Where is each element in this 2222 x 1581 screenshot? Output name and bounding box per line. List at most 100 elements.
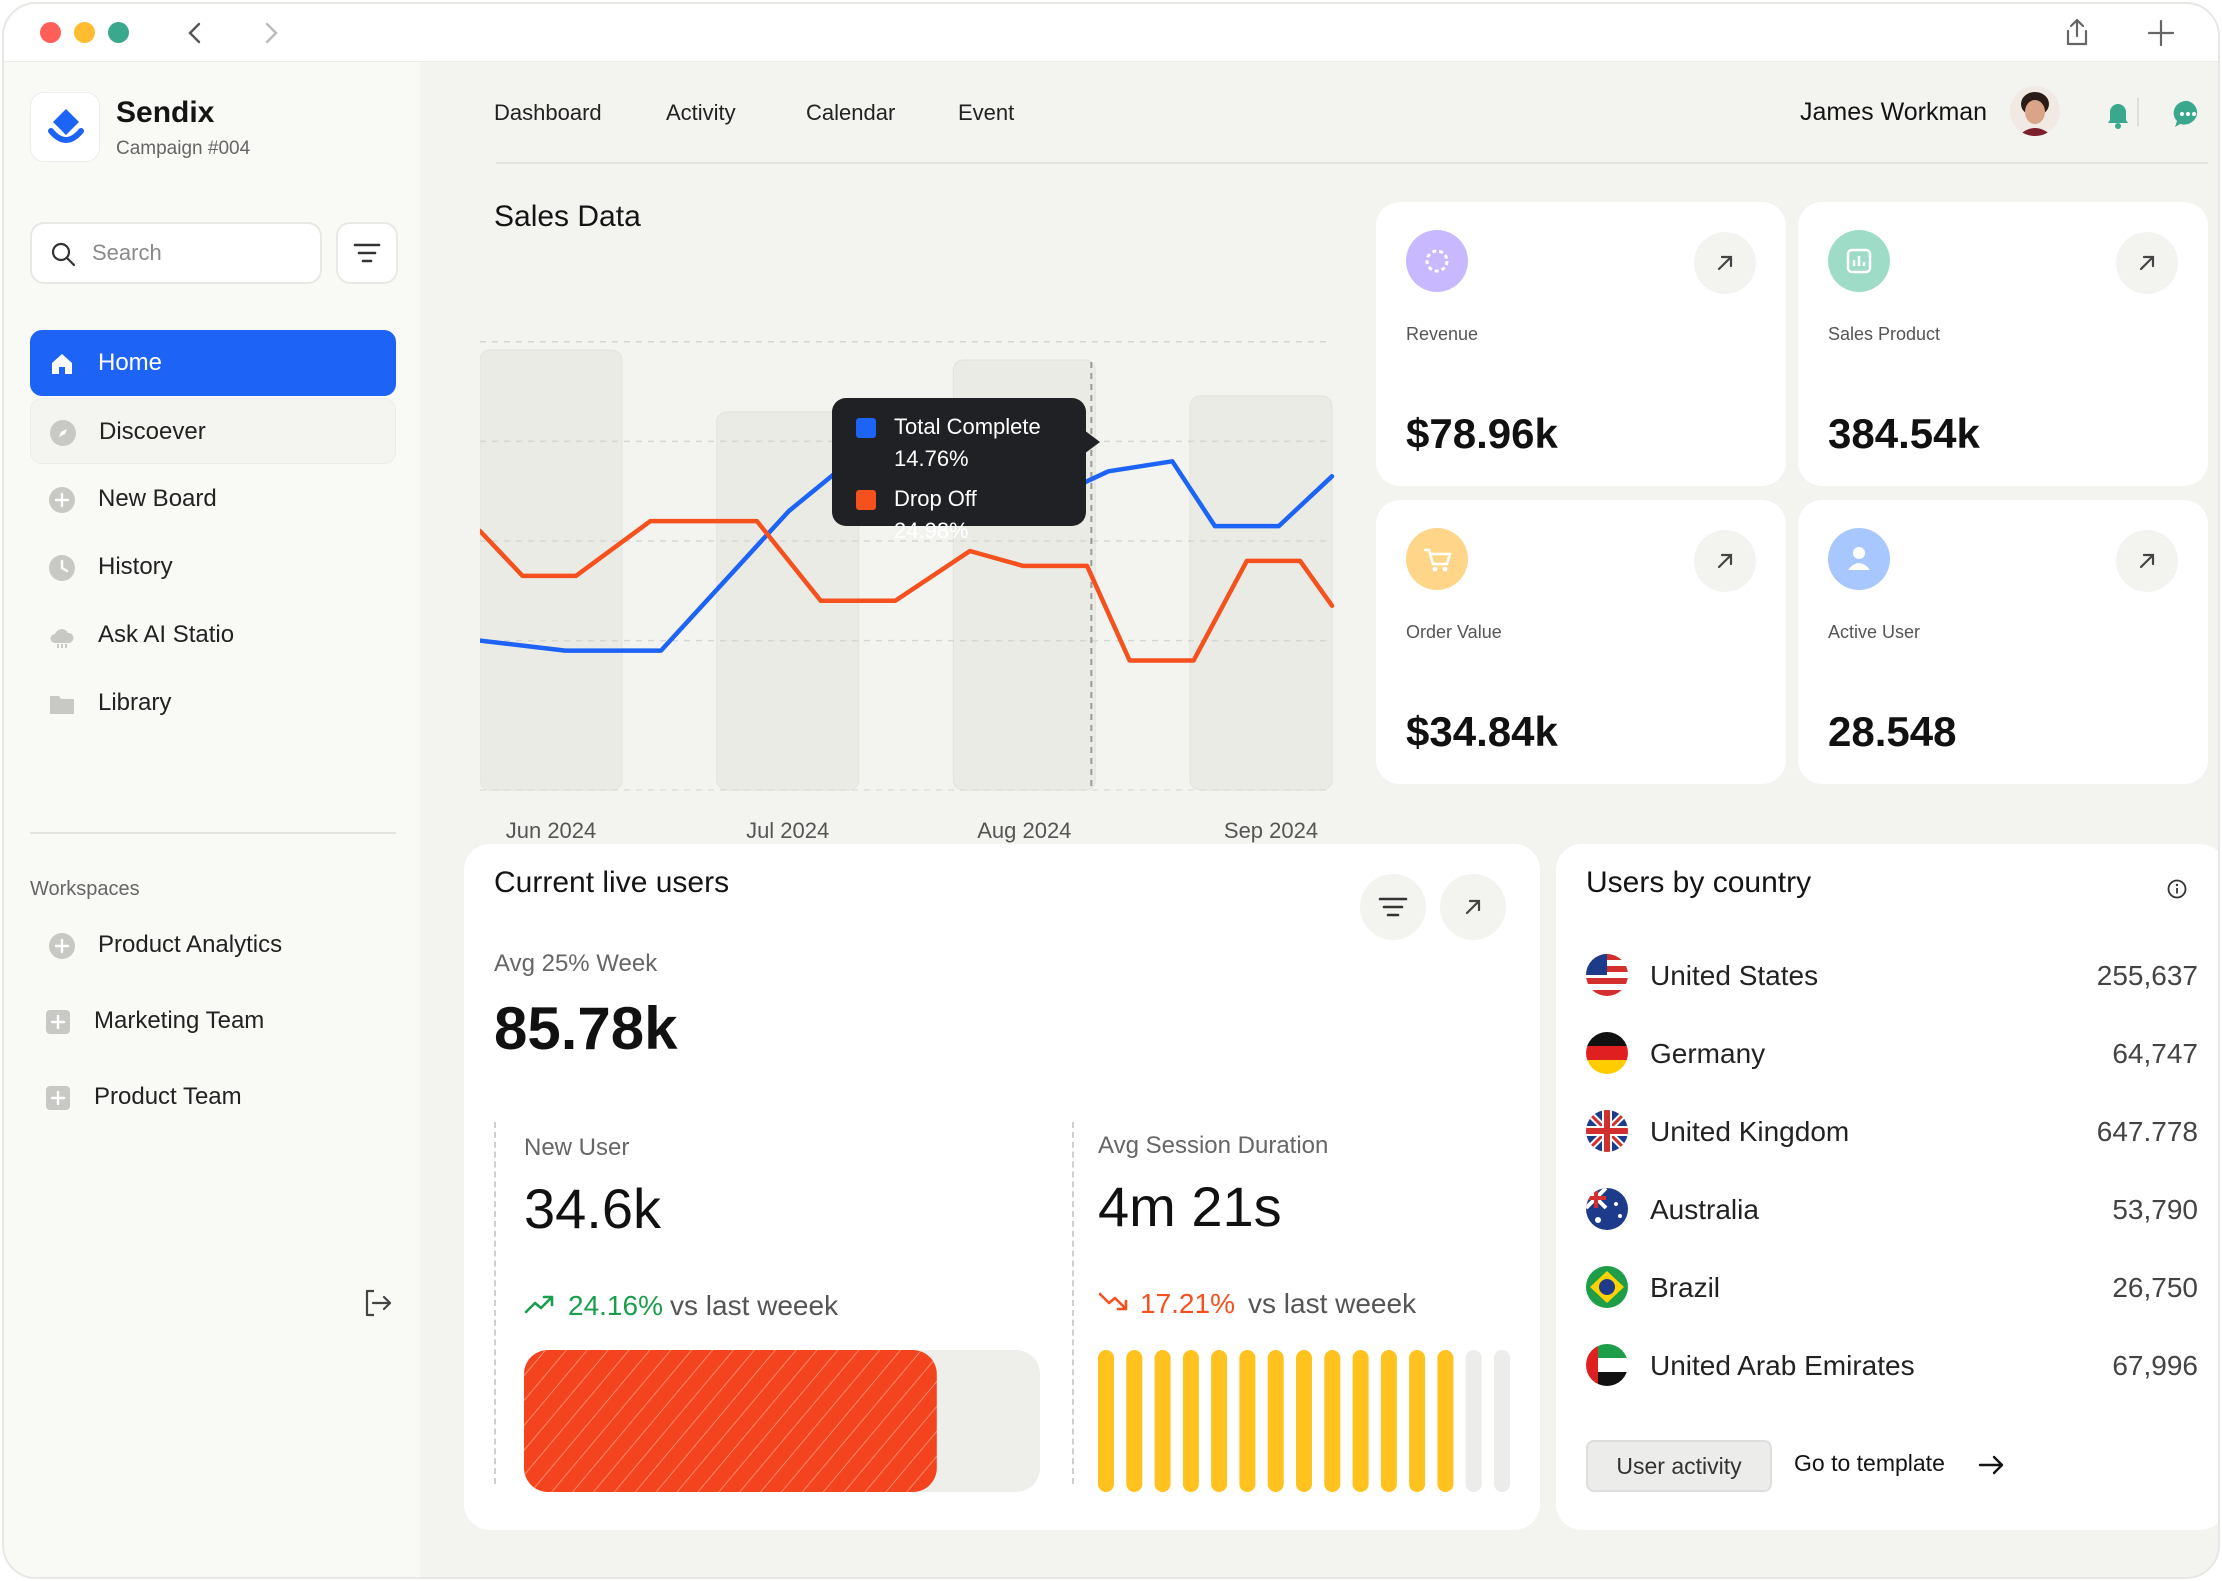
stat-value: $34.84k [1406, 708, 1558, 755]
back-icon[interactable] [178, 16, 212, 50]
session-bar [1380, 1350, 1397, 1492]
chat-icon[interactable] [2172, 98, 2204, 130]
stat-value: $78.96k [1406, 410, 1558, 457]
brand-logo[interactable] [30, 92, 100, 162]
new-user-progress-bar [524, 1350, 1040, 1492]
live-filter-button[interactable] [1360, 874, 1426, 940]
main-content: Dashboard Activity Calendar Event James … [420, 62, 2218, 1577]
country-value: 26,750 [2112, 1272, 2198, 1303]
user-icon [1828, 528, 1890, 590]
country-value: 647.778 [2096, 1116, 2198, 1147]
country-name: United States [1650, 960, 1819, 991]
sidebar-item-discover[interactable]: Discoever [30, 398, 396, 464]
maximize-window-button[interactable] [108, 22, 129, 43]
session-bar [1409, 1350, 1426, 1492]
info-icon[interactable] [2166, 878, 2188, 900]
live-expand-button[interactable] [1440, 874, 1506, 940]
avatar[interactable] [2010, 86, 2060, 136]
workspace-item-product-team[interactable]: Product Team [30, 1064, 396, 1130]
session-bar [1437, 1350, 1454, 1492]
share-icon[interactable] [2060, 16, 2094, 50]
country-row[interactable]: United Arab Emirates 67,996 [1586, 1342, 2198, 1390]
user-name[interactable]: James Workman [1800, 98, 1987, 127]
minimize-window-button[interactable] [74, 22, 95, 43]
country-row[interactable]: Brazil 26,750 [1586, 1264, 2198, 1312]
stat-card-revenue[interactable]: Revenue $78.96k [1376, 202, 1786, 486]
country-row[interactable]: United Kingdom 647.778 [1586, 1108, 2198, 1156]
header-divider [2137, 98, 2139, 126]
go-to-template-link[interactable]: Go to template [1794, 1450, 1945, 1477]
workspace-item-marketing-team[interactable]: Marketing Team [30, 988, 396, 1054]
stat-value: 384.54k [1828, 410, 1980, 457]
stat-card-order-value[interactable]: Order Value $34.84k [1376, 500, 1786, 784]
sales-chart[interactable]: Jun 2024 Jul 2024 Aug 2024 Sep 2024 [480, 282, 1360, 862]
arrow-up-right-icon [1465, 899, 1481, 915]
country-row[interactable]: United States 255,637 [1586, 952, 2198, 1000]
sidebar-item-new-board[interactable]: New Board [30, 466, 396, 532]
trend-down-icon [1098, 1292, 1128, 1311]
workspaces-title: Workspaces [30, 878, 140, 900]
live-users-panel: Current live users Avg 25% Week 85.78k N… [464, 844, 1540, 1530]
sidebar-item-library[interactable]: Library [30, 670, 396, 736]
user-activity-button[interactable]: User activity [1586, 1440, 1772, 1492]
sidebar-item-ask-ai[interactable]: Ask AI Statio [30, 602, 396, 668]
plus-square-icon [46, 1086, 70, 1110]
stat-card-sales-product[interactable]: Sales Product 384.54k [1798, 202, 2208, 486]
user-avatar-icon [2010, 86, 2060, 136]
header-rule [496, 162, 2208, 164]
arrow-up-right-icon[interactable] [2116, 232, 2178, 294]
session-change-suffix: vs last weeek [1248, 1288, 1417, 1319]
x-tick-label: Jul 2024 [746, 818, 829, 843]
topnav-calendar[interactable]: Calendar [806, 100, 895, 126]
live-total-value: 85.78k [494, 995, 678, 1062]
sidebar-item-history[interactable]: History [30, 534, 396, 600]
filter-icon [353, 243, 381, 263]
brazil-flag-icon [1586, 1266, 1628, 1308]
topnav-dashboard[interactable]: Dashboard [494, 100, 602, 126]
plus-square-icon [46, 1010, 70, 1034]
country-name: Australia [1650, 1194, 1759, 1225]
arrow-up-right-icon[interactable] [2116, 530, 2178, 592]
session-bar [1239, 1350, 1256, 1492]
arrow-up-right-icon[interactable] [1694, 530, 1756, 592]
country-row[interactable]: Germany 64,747 [1586, 1030, 2198, 1078]
session-change: 17.21% [1140, 1288, 1235, 1319]
tooltip-tail [1084, 430, 1100, 454]
sidebar-item-label: Discoever [99, 418, 206, 445]
topnav-activity[interactable]: Activity [666, 100, 736, 126]
search-input[interactable] [92, 238, 302, 268]
session-value: 4m 21s [1098, 1175, 1282, 1238]
session-bar [1211, 1350, 1228, 1492]
sidebar-divider [30, 832, 396, 834]
new-tab-icon[interactable] [2144, 16, 2178, 50]
session-bar [1324, 1350, 1341, 1492]
new-user-change-suffix: vs last weeek [670, 1290, 839, 1321]
session-bar [1182, 1350, 1199, 1492]
sidebar-filter-button[interactable] [336, 222, 398, 284]
cart-icon [1406, 528, 1468, 590]
logout-icon[interactable] [360, 1286, 394, 1320]
session-bar [1126, 1350, 1143, 1492]
bell-icon[interactable] [2102, 98, 2134, 130]
search-icon [51, 242, 76, 267]
country-value: 64,747 [2112, 1038, 2198, 1069]
sidebar-item-home[interactable]: Home [30, 330, 396, 396]
chart-bars-icon [1828, 230, 1890, 292]
stat-card-active-user[interactable]: Active User 28.548 [1798, 500, 2208, 784]
topnav-event[interactable]: Event [958, 100, 1014, 126]
country-value: 255,637 [2096, 960, 2198, 991]
cloud-icon [50, 629, 74, 648]
close-window-button[interactable] [40, 22, 61, 43]
arrow-right-icon[interactable] [1976, 1450, 2006, 1480]
chart-column [480, 349, 623, 791]
legend-swatch-total-complete [856, 418, 876, 438]
country-row[interactable]: Australia 53,790 [1586, 1186, 2198, 1234]
new-user-change: 24.16% [568, 1290, 663, 1321]
search-box[interactable] [30, 222, 322, 284]
forward-icon[interactable] [254, 16, 288, 50]
workspace-item-product-analytics[interactable]: Product Analytics [30, 912, 396, 978]
country-name: Germany [1650, 1038, 1766, 1069]
brand-name: Sendix [116, 96, 215, 129]
arrow-up-right-icon[interactable] [1694, 232, 1756, 294]
filter-icon [1378, 897, 1408, 917]
